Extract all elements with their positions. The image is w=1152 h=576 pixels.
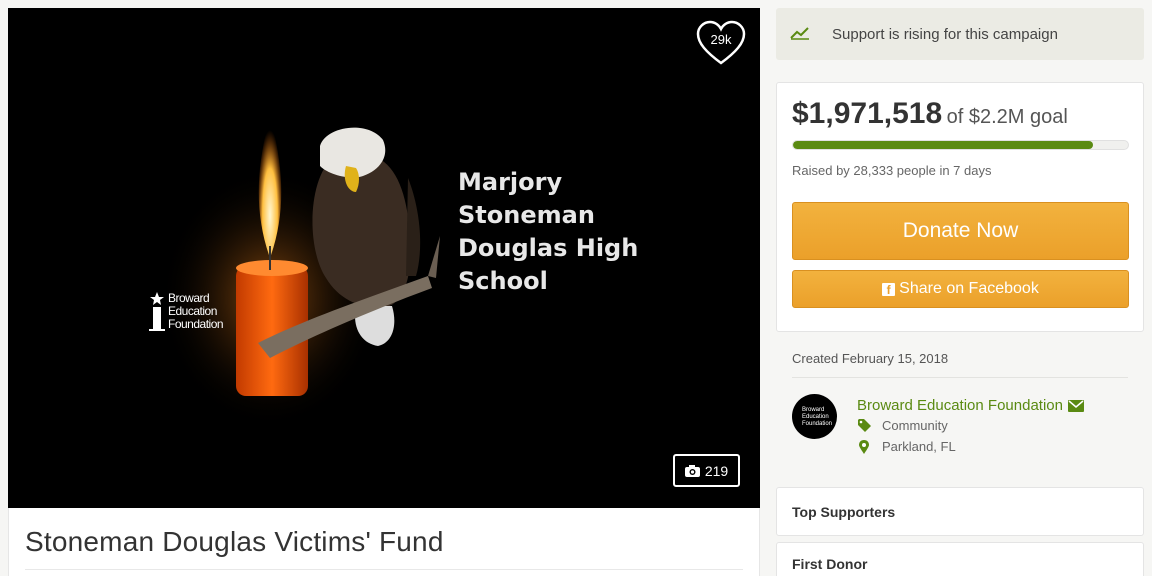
divider (792, 377, 1128, 378)
camera-icon (684, 464, 700, 477)
top-supporters-heading: Top Supporters (792, 504, 896, 520)
map-pin-icon (857, 439, 871, 454)
hero-text-line: Stoneman (458, 201, 595, 229)
envelope-icon[interactable] (1067, 399, 1084, 412)
campaign-hero-image[interactable]: Broward Education Foundation Marjory Sto… (8, 8, 760, 508)
photo-count-button[interactable]: 219 (673, 454, 740, 487)
avatar-line: Broward (802, 407, 825, 413)
share-label: Share on Facebook (899, 280, 1039, 297)
logo-figure-icon (149, 292, 165, 331)
tag-icon (857, 419, 871, 432)
hero-text-line: Douglas High (458, 234, 639, 262)
organizer-location: Parkland, FL (857, 439, 956, 454)
avatar-line: Education (802, 414, 829, 420)
donation-card: $1,971,518 of $2.2M goal Raised by 28,33… (776, 82, 1144, 332)
photo-count-label: 219 (704, 462, 729, 479)
campaign-title-card: Stoneman Douglas Victims' Fund (8, 508, 760, 576)
trending-banner: Support is rising for this campaign (776, 8, 1144, 60)
location-label: Parkland, FL (882, 439, 956, 454)
avatar-line: Foundation (802, 421, 833, 427)
raised-by-text: Raised by 28,333 people in 7 days (792, 163, 992, 178)
progress-bar (792, 140, 1129, 150)
organizer-name: Broward Education Foundation (857, 397, 1063, 414)
broward-education-foundation-logo: Broward Education Foundation (146, 288, 256, 336)
organizer-name-link[interactable]: Broward Education Foundation (857, 397, 1084, 414)
first-donor-card[interactable]: First Donor (776, 542, 1144, 576)
trending-text: Support is rising for this campaign (832, 25, 1058, 43)
category-label: Community (882, 418, 948, 433)
hero-text-line: School (458, 267, 548, 295)
campaign-title: Stoneman Douglas Victims' Fund (25, 526, 444, 557)
organizer-category[interactable]: Community (857, 418, 948, 433)
share-on-facebook-button[interactable]: f Share on Facebook (792, 270, 1129, 308)
created-date: Created February 15, 2018 (792, 351, 949, 366)
trending-up-icon (790, 27, 809, 40)
top-supporters-card[interactable]: Top Supporters (776, 487, 1144, 536)
hero-text-line: Marjory (458, 168, 563, 196)
heart-count: 29k (710, 32, 732, 47)
organizer-avatar[interactable]: Broward Education Foundation (792, 394, 837, 439)
first-donor-heading: First Donor (792, 556, 868, 572)
progress-fill (793, 141, 1094, 149)
raised-summary: $1,971,518 of $2.2M goal (792, 97, 1068, 131)
hero-school-text: Marjory Stoneman Douglas High School (458, 166, 638, 298)
raised-amount: $1,971,518 (792, 97, 943, 130)
divider (25, 569, 743, 570)
heart-button[interactable]: 29k (696, 20, 746, 66)
logo-line-3: Foundation (168, 317, 224, 331)
donate-now-button[interactable]: Donate Now (792, 202, 1129, 260)
facebook-icon: f (882, 282, 896, 297)
hero-illustration (160, 116, 440, 428)
goal-text: of $2.2M goal (946, 106, 1068, 128)
